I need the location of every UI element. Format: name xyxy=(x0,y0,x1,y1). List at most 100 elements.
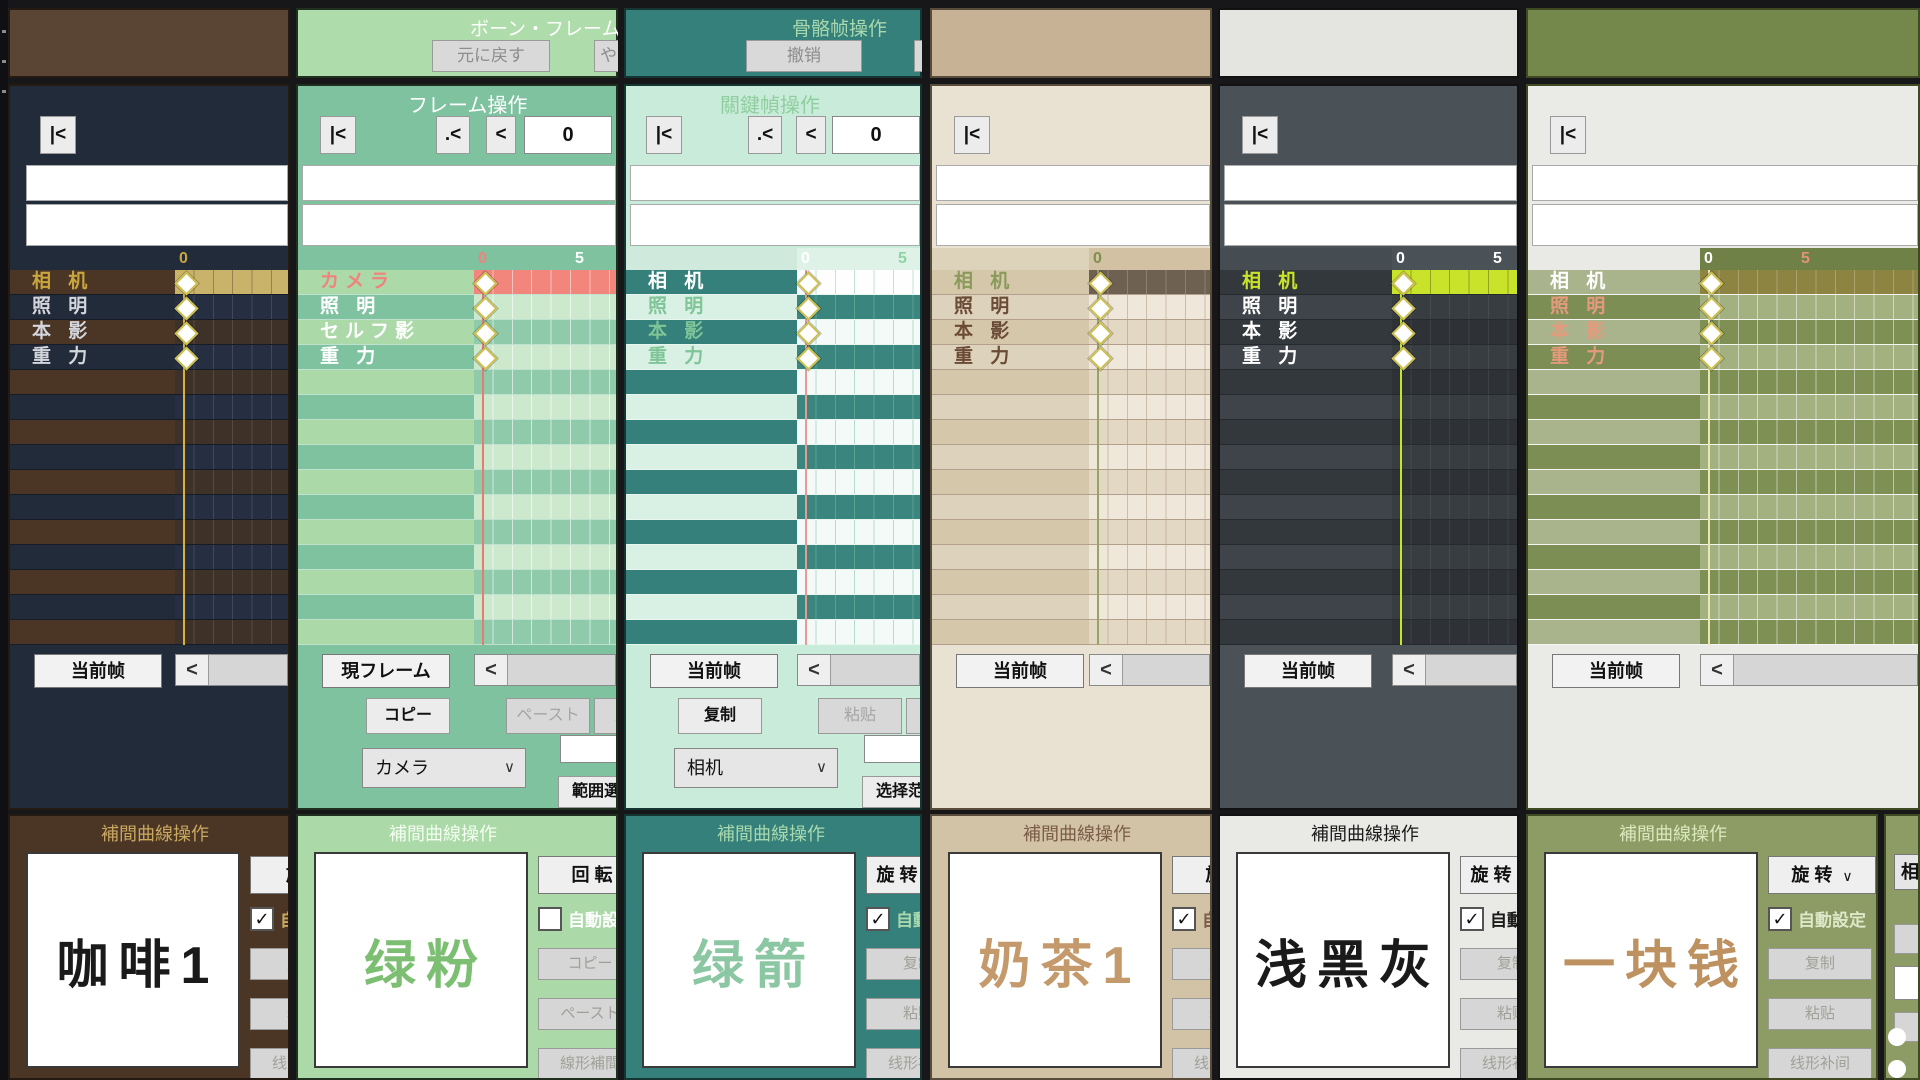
keyframe-diamond[interactable] xyxy=(473,346,497,370)
timeline-empty-row[interactable] xyxy=(1220,420,1517,445)
keyframe-diamond[interactable] xyxy=(796,346,820,370)
timeline-empty-row[interactable] xyxy=(298,420,616,445)
undo-button[interactable]: 元に戻す xyxy=(432,40,550,72)
linear-interpolation-button[interactable]: 线形补间 xyxy=(250,1048,290,1080)
keyframe-diamond[interactable] xyxy=(1391,296,1415,320)
timeline-empty-row[interactable] xyxy=(932,420,1210,445)
track-grid[interactable] xyxy=(1392,520,1517,544)
timeline-empty-row[interactable] xyxy=(10,370,288,395)
keyframe-diamond[interactable] xyxy=(1088,346,1112,370)
bone-name-field[interactable] xyxy=(302,165,616,201)
track-grid[interactable] xyxy=(797,395,920,419)
track-grid[interactable] xyxy=(175,395,288,419)
rotation-select-button[interactable]: 旋 转∨ xyxy=(1768,856,1876,894)
keyframe-diamond[interactable] xyxy=(1088,296,1112,320)
range-frame-input[interactable] xyxy=(864,735,922,763)
track-grid[interactable] xyxy=(797,320,920,344)
timeline-empty-row[interactable] xyxy=(932,620,1210,645)
target-select-dropdown[interactable]: 相机∨ xyxy=(674,748,838,788)
scrollbar-left-arrow[interactable]: < xyxy=(1701,655,1734,685)
timeline-empty-row[interactable] xyxy=(626,595,920,620)
timeline-track-row[interactable]: 照 明 xyxy=(626,295,920,320)
timeline-track-row[interactable]: 相 机 xyxy=(1220,270,1517,295)
timeline-empty-row[interactable] xyxy=(1528,545,1918,570)
timeline-scrollbar[interactable]: < xyxy=(175,654,288,686)
track-grid[interactable] xyxy=(1392,345,1517,369)
keyframe-diamond[interactable] xyxy=(796,271,820,295)
track-grid[interactable] xyxy=(1392,470,1517,494)
timeline-empty-row[interactable] xyxy=(1220,395,1517,420)
track-grid[interactable] xyxy=(474,620,616,644)
timeline-empty-row[interactable] xyxy=(626,420,920,445)
timeline-empty-row[interactable] xyxy=(626,395,920,420)
track-grid[interactable] xyxy=(1089,595,1210,619)
curve-paste-button[interactable]: 粘贴 xyxy=(866,998,922,1030)
track-grid[interactable] xyxy=(797,595,920,619)
frame-number-input[interactable]: 0 xyxy=(832,116,920,154)
paste-button[interactable]: 粘贴 xyxy=(818,698,902,734)
timeline-empty-row[interactable] xyxy=(10,445,288,470)
copy-button[interactable]: コピー xyxy=(366,698,450,734)
track-grid[interactable] xyxy=(1700,370,1918,394)
keyframe-diamond[interactable] xyxy=(473,271,497,295)
bone-name-field[interactable] xyxy=(1532,165,1918,201)
track-grid[interactable] xyxy=(474,495,616,519)
timeline-empty-row[interactable] xyxy=(932,445,1210,470)
track-grid[interactable] xyxy=(1700,270,1918,294)
track-grid[interactable] xyxy=(1700,495,1918,519)
bone-name-field[interactable] xyxy=(26,165,288,201)
track-grid[interactable] xyxy=(1089,620,1210,644)
track-grid[interactable] xyxy=(797,545,920,569)
track-grid[interactable] xyxy=(1700,295,1918,319)
target-select-dropdown[interactable]: カメラ∨ xyxy=(362,748,526,788)
track-grid[interactable] xyxy=(474,270,616,294)
keyframe-diamond[interactable] xyxy=(1699,271,1723,295)
timeline-empty-row[interactable] xyxy=(1528,395,1918,420)
copy-button[interactable]: 复制 xyxy=(678,698,762,734)
track-grid[interactable] xyxy=(1392,420,1517,444)
partial-radio[interactable] xyxy=(1888,1028,1906,1046)
track-grid[interactable] xyxy=(175,445,288,469)
linear-interpolation-button[interactable]: 线形补间 xyxy=(866,1048,922,1080)
frame-number-input[interactable]: 0 xyxy=(524,116,612,154)
track-grid[interactable] xyxy=(474,370,616,394)
timeline-track-row[interactable]: 重 力 xyxy=(10,345,288,370)
keyframe-diamond[interactable] xyxy=(174,296,198,320)
track-grid[interactable] xyxy=(1700,570,1918,594)
timeline-empty-row[interactable] xyxy=(10,570,288,595)
timeline-scrollbar[interactable]: < xyxy=(1700,654,1918,686)
timeline-empty-row[interactable] xyxy=(1220,570,1517,595)
timeline-empty-row[interactable] xyxy=(1528,595,1918,620)
timeline-empty-row[interactable] xyxy=(1528,495,1918,520)
track-grid[interactable] xyxy=(474,345,616,369)
curve-copy-button[interactable]: 复制 xyxy=(1460,948,1519,980)
go-first-frame-button[interactable]: |< xyxy=(646,116,682,154)
track-grid[interactable] xyxy=(797,620,920,644)
timeline-track-row[interactable]: 本 影 xyxy=(1220,320,1517,345)
timeline-track-row[interactable]: 重 力 xyxy=(626,345,920,370)
timeline-track-row[interactable]: 本 影 xyxy=(932,320,1210,345)
track-grid[interactable] xyxy=(797,520,920,544)
timeline-empty-row[interactable] xyxy=(10,420,288,445)
timeline-empty-row[interactable] xyxy=(1220,495,1517,520)
model-name-field[interactable] xyxy=(936,204,1210,246)
track-grid[interactable] xyxy=(1089,470,1210,494)
timeline-empty-row[interactable] xyxy=(1220,595,1517,620)
track-grid[interactable] xyxy=(1089,545,1210,569)
timeline-empty-row[interactable] xyxy=(626,520,920,545)
track-grid[interactable] xyxy=(797,370,920,394)
timeline-track-row[interactable]: 照 明 xyxy=(298,295,616,320)
timeline-empty-row[interactable] xyxy=(626,620,920,645)
curve-paste-button[interactable]: 粘贴 xyxy=(1460,998,1519,1030)
timeline-empty-row[interactable] xyxy=(626,545,920,570)
current-frame-button[interactable]: 当前帧 xyxy=(956,654,1084,688)
timeline-empty-row[interactable] xyxy=(10,545,288,570)
go-first-frame-button[interactable]: |< xyxy=(1242,116,1278,154)
timeline-track-row[interactable]: 相 机 xyxy=(932,270,1210,295)
redo-button[interactable]: やり直し xyxy=(594,40,618,72)
timeline-scrollbar[interactable]: < xyxy=(797,654,920,686)
paste-button[interactable]: ペースト xyxy=(506,698,590,734)
timeline-empty-row[interactable] xyxy=(10,520,288,545)
go-first-frame-button[interactable]: |< xyxy=(320,116,356,154)
scrollbar-left-arrow[interactable]: < xyxy=(475,655,508,685)
